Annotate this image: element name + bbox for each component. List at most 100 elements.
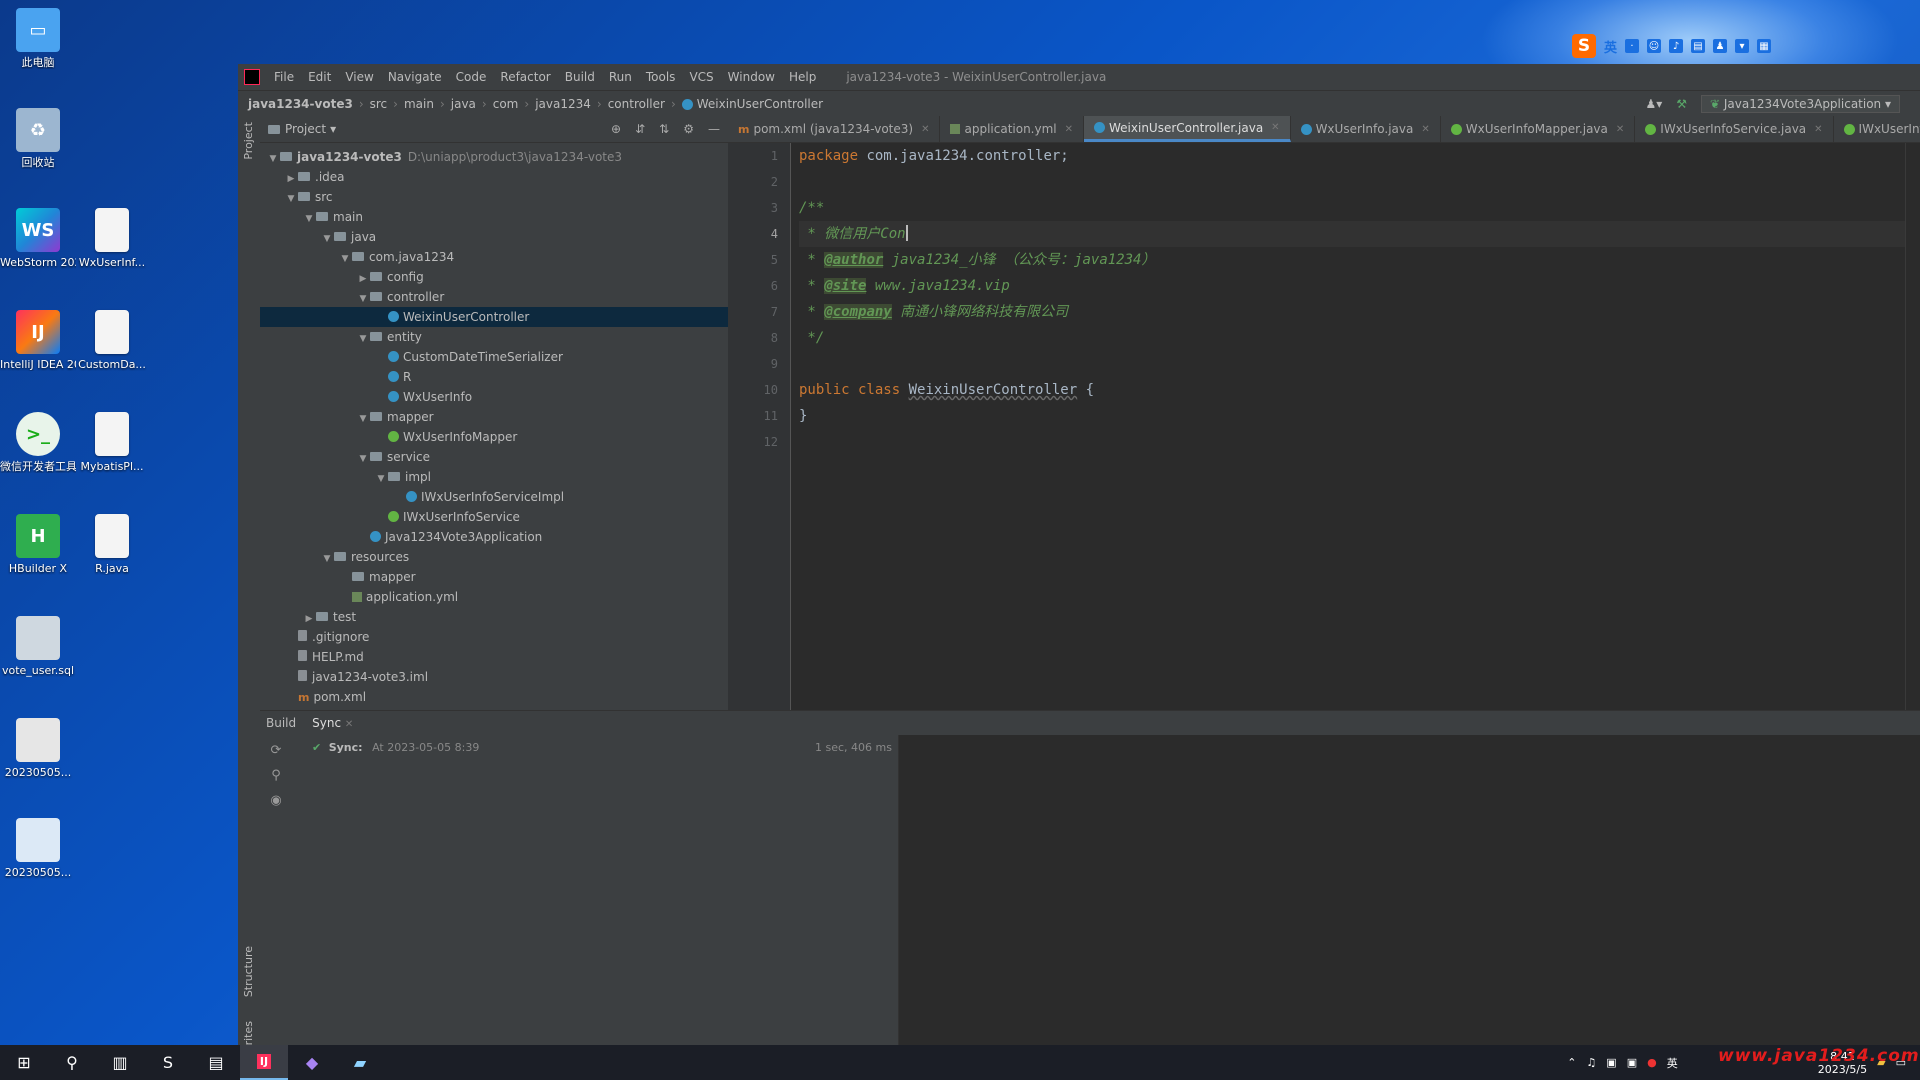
close-icon[interactable]: ✕	[921, 124, 929, 135]
tree-node[interactable]: Java1234Vote3Application	[260, 527, 728, 547]
sogou-ime-icon[interactable]: S	[1572, 34, 1596, 58]
breadcrumb-project[interactable]: java1234-vote3	[248, 97, 353, 111]
tab-sync[interactable]: Sync ✕	[312, 716, 353, 730]
tree-node[interactable]: ▼ java	[260, 227, 728, 247]
tray-app-icon[interactable]: ▣	[1627, 1056, 1637, 1069]
tree-node[interactable]: ▼ main	[260, 207, 728, 227]
punctuation-icon[interactable]: ·	[1625, 39, 1640, 53]
desktop-icon-hbuilderx[interactable]: H HBuilder X	[0, 514, 76, 575]
breadcrumb-java1234[interactable]: java1234	[535, 97, 591, 111]
taskbar-app-explorer[interactable]: ▰	[336, 1045, 384, 1080]
view-icon[interactable]: ◉	[270, 793, 281, 808]
tree-node[interactable]: ▶ test	[260, 607, 728, 627]
chevron-down-icon[interactable]: ▼	[266, 149, 280, 169]
chevron-down-icon[interactable]: ▼	[374, 469, 388, 489]
hide-panel-icon[interactable]: —	[708, 122, 720, 136]
breadcrumb-java[interactable]: java	[451, 97, 476, 111]
tree-node[interactable]: ▼ mapper	[260, 407, 728, 427]
desktop-icon-video-2[interactable]: 20230505...	[0, 818, 76, 879]
tray-app-icon[interactable]: ▣	[1606, 1056, 1616, 1069]
close-icon[interactable]: ✕	[1271, 122, 1279, 133]
tree-node[interactable]: WxUserInfo	[260, 387, 728, 407]
menu-window[interactable]: Window	[728, 70, 775, 84]
chevron-down-icon[interactable]: ▾	[330, 122, 336, 136]
desktop-icon-customda[interactable]: CustomDa...	[74, 310, 150, 371]
chevron-down-icon[interactable]: ▼	[356, 289, 370, 309]
menu-navigate[interactable]: Navigate	[388, 70, 442, 84]
chevron-down-icon[interactable]: ▼	[356, 329, 370, 349]
editor-scrollbar[interactable]	[1905, 143, 1920, 710]
chevron-down-icon[interactable]: ▼	[338, 249, 352, 269]
project-view-select[interactable]: Project	[285, 122, 326, 136]
run-configuration-select[interactable]: ❦ Java1234Vote3Application ▾	[1701, 95, 1900, 113]
menu-edit[interactable]: Edit	[308, 70, 331, 84]
tree-node[interactable]: WeixinUserController	[260, 307, 728, 327]
desktop-icon-intellij[interactable]: IJ IntelliJ IDEA 2021.2	[0, 310, 76, 371]
desktop-icon-video-1[interactable]: 20230505...	[0, 718, 76, 779]
close-icon[interactable]: ✕	[345, 719, 353, 730]
editor-tab[interactable]: IWxUserInfoService.java ✕	[1635, 116, 1834, 142]
close-icon[interactable]: ✕	[1065, 124, 1073, 135]
breadcrumb-com[interactable]: com	[493, 97, 519, 111]
ime-lang-indicator[interactable]: 英	[1667, 1055, 1678, 1071]
tree-node[interactable]: application.yml	[260, 587, 728, 607]
menu-run[interactable]: Run	[609, 70, 632, 84]
user-icon[interactable]: ♟▾	[1645, 97, 1662, 111]
tree-node[interactable]: ▼ src	[260, 187, 728, 207]
code-content[interactable]: package com.java1234.controller; /** * 微…	[791, 143, 1920, 710]
task-view-button[interactable]: ▥	[96, 1045, 144, 1080]
tree-node[interactable]: java1234-vote3.iml	[260, 667, 728, 687]
tree-node[interactable]: ▼ impl	[260, 467, 728, 487]
tree-node[interactable]: WxUserInfoMapper	[260, 427, 728, 447]
expand-all-icon[interactable]: ⇵	[635, 122, 645, 136]
desktop-icon-mybatispl[interactable]: MybatisPl...	[74, 412, 150, 473]
chevron-right-icon[interactable]: ▶	[302, 609, 316, 629]
chevron-down-icon[interactable]: ▼	[320, 549, 334, 569]
close-icon[interactable]: ✕	[1421, 124, 1429, 135]
tree-node[interactable]: ▼ resources	[260, 547, 728, 567]
refresh-icon[interactable]: ⟳	[271, 743, 282, 758]
sync-status-row[interactable]: ✔ Sync: At 2023-05-05 8:39 1 sec, 406 ms	[312, 741, 892, 754]
editor-tab[interactable]: WxUserInfo.java ✕	[1291, 116, 1441, 142]
chevron-right-icon[interactable]: ▶	[284, 169, 298, 189]
tree-node[interactable]: ▼ entity	[260, 327, 728, 347]
tree-node[interactable]: CustomDateTimeSerializer	[260, 347, 728, 367]
desktop-icon-sql-file[interactable]: vote_user.sql	[0, 616, 76, 677]
chevron-down-icon[interactable]: ▼	[302, 209, 316, 229]
menu-refactor[interactable]: Refactor	[500, 70, 550, 84]
menu-build[interactable]: Build	[565, 70, 595, 84]
project-tool-tab[interactable]: Project	[242, 122, 255, 160]
emoji-icon[interactable]: ☺	[1647, 39, 1662, 53]
ime-lang-toggle[interactable]: 英	[1604, 37, 1617, 56]
tree-node[interactable]: mapper	[260, 567, 728, 587]
tree-node[interactable]: ▼ java1234-vote3 D:\uniapp\product3\java12…	[260, 147, 728, 167]
breadcrumb-controller[interactable]: controller	[608, 97, 665, 111]
menu-code[interactable]: Code	[456, 70, 487, 84]
editor-tab[interactable]: application.yml ✕	[940, 116, 1085, 142]
editor-tab[interactable]: WxUserInfoMapper.java ✕	[1441, 116, 1636, 142]
tree-node[interactable]: m pom.xml	[260, 687, 728, 707]
tree-node[interactable]: ▼ controller	[260, 287, 728, 307]
notification-bell-icon[interactable]: ♫	[1586, 1056, 1596, 1069]
desktop-icon-r-java[interactable]: R.java	[74, 514, 150, 575]
breadcrumb-main[interactable]: main	[404, 97, 434, 111]
desktop-icon-wechat-devtools[interactable]: >_ 微信开发者工具	[0, 412, 76, 473]
chevron-right-icon[interactable]: ▶	[356, 269, 370, 289]
tray-app-icon[interactable]: ●	[1647, 1056, 1657, 1069]
desktop-icon-recycle-bin[interactable]: ♻ 回收站	[0, 108, 76, 169]
start-button[interactable]: ⊞	[0, 1045, 48, 1080]
keyboard-icon[interactable]: ▤	[1691, 39, 1706, 53]
tree-node[interactable]: .gitignore	[260, 627, 728, 647]
chevron-down-icon[interactable]: ▼	[284, 189, 298, 209]
locate-file-icon[interactable]: ⊕	[611, 122, 621, 136]
code-editor[interactable]: 1 2 3 4 5 6 7 8 9 10 11 12 package com.java1234.con…	[728, 143, 1920, 710]
chevron-up-icon[interactable]: ⌃	[1567, 1056, 1576, 1069]
ime-toolbar[interactable]: S 英 · ☺ ♪ ▤ ♟ ▾ ▦	[1572, 32, 1802, 60]
tree-node[interactable]: IWxUserInfoServiceImpl	[260, 487, 728, 507]
menu-view[interactable]: View	[345, 70, 373, 84]
user-icon[interactable]: ♟	[1713, 39, 1728, 53]
breadcrumb-class[interactable]: WeixinUserController	[697, 97, 823, 111]
build-hammer-icon[interactable]: ⚒	[1676, 97, 1687, 111]
chevron-down-icon[interactable]: ▼	[320, 229, 334, 249]
pin-icon[interactable]: ⚲	[271, 768, 281, 783]
